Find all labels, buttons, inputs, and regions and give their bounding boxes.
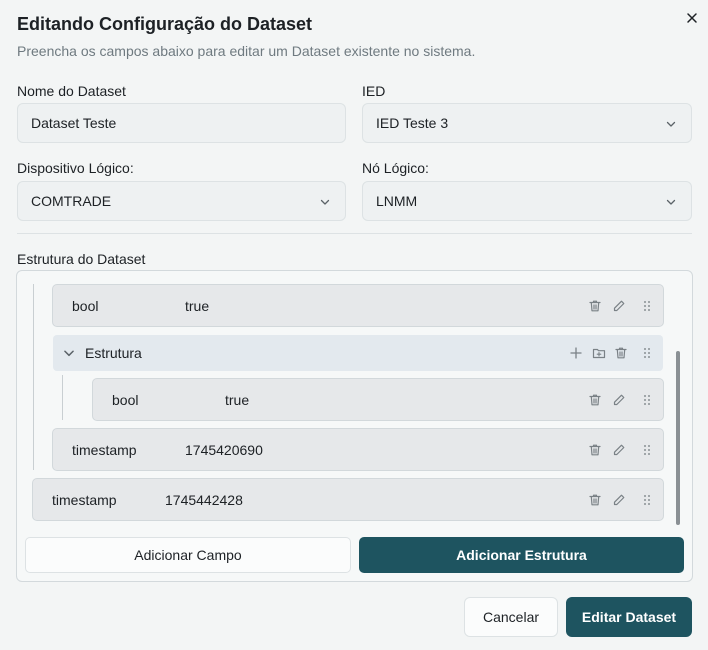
tree-guide [62, 375, 63, 420]
logical-node-value: LNMM [376, 193, 418, 209]
chevron-expand-icon[interactable] [62, 346, 76, 360]
dataset-name-input[interactable]: Dataset Teste [17, 103, 346, 143]
chevron-down-icon [319, 196, 331, 208]
logical-device-select[interactable]: COMTRADE [17, 181, 346, 221]
scrollbar[interactable] [676, 351, 680, 525]
row-key: timestamp [72, 442, 137, 458]
row-value: 1745442428 [165, 492, 243, 508]
cancel-button[interactable]: Cancelar [464, 597, 558, 637]
drag-handle-icon[interactable] [640, 299, 654, 313]
tree-row[interactable]: bool true [92, 378, 664, 421]
edit-dataset-button[interactable]: Editar Dataset [566, 597, 692, 637]
close-icon[interactable] [684, 10, 700, 26]
ied-value: IED Teste 3 [376, 115, 449, 131]
tree-row[interactable]: timestamp 1745420690 [52, 428, 664, 471]
structure-group-row[interactable]: Estrutura [53, 335, 663, 371]
logical-node-label: Nó Lógico: [362, 160, 429, 176]
pencil-icon[interactable] [612, 393, 626, 407]
plus-icon[interactable] [569, 346, 583, 360]
dataset-name-label: Nome do Dataset [17, 83, 126, 99]
dialog-title: Editando Configuração do Dataset [17, 14, 313, 34]
row-value: 1745420690 [185, 442, 263, 458]
tree-row[interactable]: timestamp 1745442428 [32, 478, 664, 521]
chevron-down-icon [665, 118, 677, 130]
pencil-icon[interactable] [612, 299, 626, 313]
drag-handle-icon[interactable] [640, 493, 654, 507]
pencil-icon[interactable] [612, 493, 626, 507]
add-field-button[interactable]: Adicionar Campo [25, 537, 351, 573]
drag-handle-icon[interactable] [640, 346, 654, 360]
chevron-down-icon [665, 196, 677, 208]
tree-row[interactable]: bool true [52, 284, 664, 327]
row-key: bool [72, 298, 99, 314]
trash-icon[interactable] [588, 443, 602, 457]
trash-icon[interactable] [588, 393, 602, 407]
tree-guide [33, 284, 34, 470]
pencil-icon[interactable] [612, 443, 626, 457]
ied-select[interactable]: IED Teste 3 [362, 103, 692, 143]
folder-plus-icon[interactable] [592, 346, 606, 360]
drag-handle-icon[interactable] [640, 443, 654, 457]
drag-handle-icon[interactable] [640, 393, 654, 407]
logical-node-select[interactable]: LNMM [362, 181, 692, 221]
logical-device-value: COMTRADE [31, 193, 112, 209]
row-value: true [225, 392, 250, 408]
ied-label: IED [362, 83, 386, 99]
row-value: true [185, 298, 210, 314]
add-structure-button[interactable]: Adicionar Estrutura [359, 537, 684, 573]
structure-name: Estrutura [85, 345, 142, 361]
trash-icon[interactable] [588, 493, 602, 507]
divider [17, 233, 692, 234]
row-key: bool [112, 392, 139, 408]
trash-icon[interactable] [588, 299, 602, 313]
structure-label: Estrutura do Dataset [17, 251, 146, 267]
trash-icon[interactable] [614, 346, 628, 360]
dataset-name-value: Dataset Teste [31, 115, 117, 131]
logical-device-label: Dispositivo Lógico: [17, 160, 134, 176]
dialog-subtitle: Preencha os campos abaixo para editar um… [17, 43, 476, 59]
row-key: timestamp [52, 492, 117, 508]
